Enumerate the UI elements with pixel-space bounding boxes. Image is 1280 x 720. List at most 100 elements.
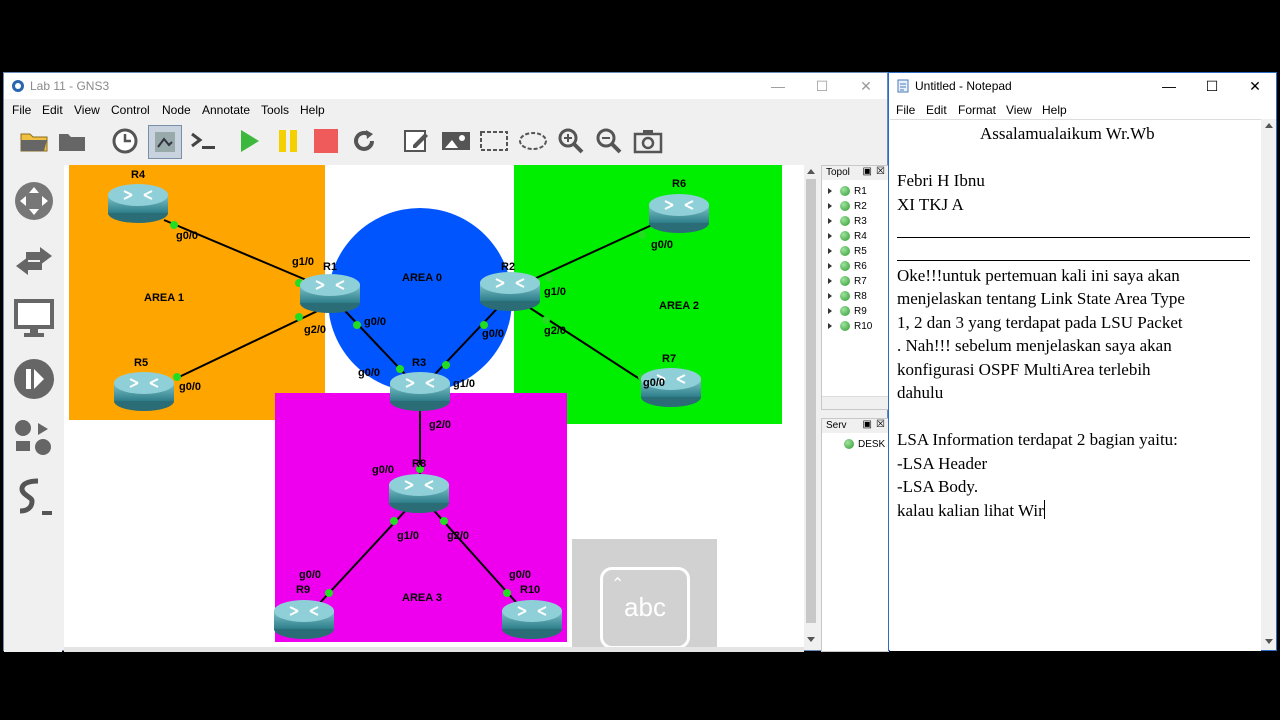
notepad-app-icon <box>897 79 909 93</box>
topology-item-r6[interactable]: R6 <box>828 259 867 273</box>
folder-open-icon[interactable] <box>18 125 50 157</box>
folder-icon[interactable] <box>56 125 88 157</box>
notepad-menubar: File Edit Format View Help <box>889 100 1276 120</box>
topology-canvas[interactable]: AREA 1 AREA 0 AREA 2 AREA 3 R4 R1 R5 R2 … <box>64 165 804 647</box>
maximize-button[interactable]: ☐ <box>800 73 844 99</box>
text-caret <box>1043 500 1045 519</box>
topology-item-r2[interactable]: R2 <box>828 199 867 213</box>
scroll-down-icon[interactable] <box>1265 639 1273 644</box>
gns3-window-title: Lab 11 - GNS3 <box>30 79 110 93</box>
close-button[interactable]: ✕ <box>1233 73 1277 99</box>
close-button[interactable]: ✕ <box>844 73 888 99</box>
topology-item-r4[interactable]: R4 <box>828 229 867 243</box>
label-r3: R3 <box>412 357 426 369</box>
switches-icon[interactable] <box>12 239 56 283</box>
dock-close-icon[interactable]: ☒ <box>876 419 885 430</box>
snapshot-icon[interactable] <box>148 125 182 159</box>
label-r5: R5 <box>134 357 148 369</box>
topology-item-r7[interactable]: R7 <box>828 274 867 288</box>
dock-close-icon[interactable]: ☒ <box>876 166 885 177</box>
end-devices-icon[interactable] <box>12 297 56 341</box>
label-r7: R7 <box>662 353 676 365</box>
text-line: 1, 2 dan 3 yang terdapat pada LSU Packet <box>897 313 1183 332</box>
menu-file[interactable]: File <box>12 103 31 117</box>
canvas-horizontal-scrollbar[interactable] <box>64 647 804 652</box>
clock-icon[interactable] <box>109 125 141 157</box>
dock-float-icon[interactable]: ▣ <box>863 419 872 430</box>
router-r8 <box>388 473 450 514</box>
dock-float-icon[interactable]: ▣ <box>863 166 872 177</box>
router-r3 <box>389 371 451 412</box>
topology-item-r5[interactable]: R5 <box>828 244 867 258</box>
on-screen-keyboard-button[interactable]: ⌃ abc <box>572 539 717 647</box>
text-line: kalau kalian lihat Wir <box>897 501 1044 520</box>
server-item[interactable]: DESK <box>844 437 885 451</box>
svg-text:g1/0: g1/0 <box>397 530 419 542</box>
topology-item-r8[interactable]: R8 <box>828 289 867 303</box>
camera-icon[interactable] <box>632 125 664 157</box>
topology-item-r9[interactable]: R9 <box>828 304 867 318</box>
menu-edit[interactable]: Edit <box>42 103 63 117</box>
svg-text:g0/0: g0/0 <box>364 316 386 328</box>
topology-item-r3[interactable]: R3 <box>828 214 867 228</box>
text-line-current: kalau kalian lihat Wir <box>897 499 1045 523</box>
rectangle-icon[interactable] <box>478 125 510 157</box>
gns3-titlebar[interactable]: Lab 11 - GNS3 — ☐ ✕ <box>4 73 887 99</box>
notepad-text-area[interactable]: Assalamualaikum Wr.Wb Febri H Ibnu XI TK… <box>890 119 1261 651</box>
gns3-toolbar <box>4 121 887 161</box>
svg-text:g0/0: g0/0 <box>482 328 504 340</box>
svg-text:g0/0: g0/0 <box>643 377 665 389</box>
router-r2 <box>479 271 541 312</box>
console-icon[interactable] <box>188 125 220 157</box>
gns3-menubar: File Edit View Control Node Annotate Too… <box>4 100 887 120</box>
routers-icon[interactable] <box>12 179 56 223</box>
menu-annotate[interactable]: Annotate <box>202 103 250 117</box>
menu-tools[interactable]: Tools <box>261 103 289 117</box>
pause-icon[interactable] <box>272 125 304 157</box>
notepad-vertical-scrollbar[interactable] <box>1261 119 1276 650</box>
text-line: Assalamualaikum Wr.Wb <box>980 124 1155 143</box>
gns3-app-icon <box>12 80 24 92</box>
zoom-in-icon[interactable] <box>555 125 587 157</box>
menu-node[interactable]: Node <box>162 103 191 117</box>
router-r5 <box>113 371 175 412</box>
menu-file[interactable]: File <box>896 103 915 117</box>
text-line: -LSA Header <box>897 454 988 473</box>
reload-icon[interactable] <box>348 125 380 157</box>
area2-label: AREA 2 <box>659 300 699 312</box>
topology-dock-hscroll[interactable] <box>822 396 888 409</box>
menu-format[interactable]: Format <box>958 103 996 117</box>
stop-icon[interactable] <box>310 125 342 157</box>
svg-text:g0/0: g0/0 <box>358 367 380 379</box>
canvas-vertical-scrollbar[interactable] <box>804 165 818 647</box>
svg-text:g0/0: g0/0 <box>372 464 394 476</box>
text-line: LSA Information terdapat 2 bagian yaitu: <box>897 430 1178 449</box>
scroll-thumb[interactable] <box>806 179 816 623</box>
topology-item-r1[interactable]: R1 <box>828 184 867 198</box>
scroll-up-icon[interactable] <box>1265 123 1273 128</box>
zoom-out-icon[interactable] <box>593 125 625 157</box>
divider <box>897 260 1250 261</box>
menu-help[interactable]: Help <box>300 103 325 117</box>
menu-control[interactable]: Control <box>111 103 150 117</box>
scroll-up-icon[interactable] <box>807 169 815 174</box>
all-devices-icon[interactable] <box>12 417 56 461</box>
menu-view[interactable]: View <box>1006 103 1032 117</box>
image-icon[interactable] <box>440 125 472 157</box>
svg-text:g1/0: g1/0 <box>453 378 475 390</box>
minimize-button[interactable]: — <box>1147 73 1191 99</box>
start-icon[interactable] <box>233 125 265 157</box>
maximize-button[interactable]: ☐ <box>1190 73 1234 99</box>
menu-help[interactable]: Help <box>1042 103 1067 117</box>
security-devices-icon[interactable] <box>12 357 56 401</box>
topology-item-r10[interactable]: R10 <box>828 319 872 333</box>
add-link-icon[interactable] <box>12 473 56 517</box>
ellipse-icon[interactable] <box>517 125 549 157</box>
menu-edit[interactable]: Edit <box>926 103 947 117</box>
servers-dock-title: Serv <box>826 420 847 431</box>
edit-note-icon[interactable] <box>401 125 433 157</box>
menu-view[interactable]: View <box>74 103 100 117</box>
minimize-button[interactable]: — <box>756 73 800 99</box>
notepad-titlebar[interactable]: Untitled - Notepad — ☐ ✕ <box>889 73 1276 99</box>
scroll-down-icon[interactable] <box>807 637 815 642</box>
